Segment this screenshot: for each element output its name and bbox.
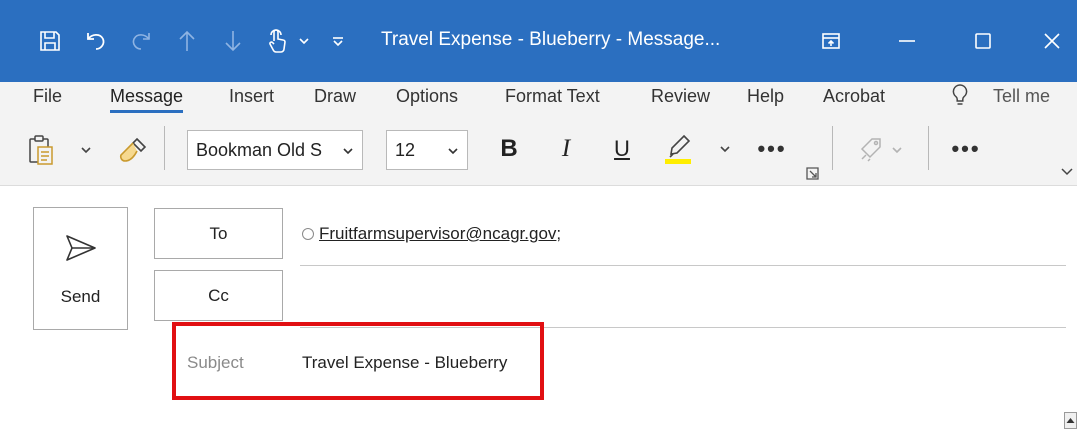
arrow-down-icon[interactable] <box>220 24 246 58</box>
more-commands-button[interactable]: ••• <box>946 132 986 166</box>
presence-status-icon <box>302 228 314 240</box>
format-painter-icon[interactable] <box>114 132 152 168</box>
undo-icon[interactable] <box>80 24 112 58</box>
ribbon-toolbar: Bookman Old S 12 B I U ••• ••• <box>0 118 1077 186</box>
tab-insert[interactable]: Insert <box>229 86 274 107</box>
paste-icon[interactable] <box>24 132 58 168</box>
tab-draw[interactable]: Draw <box>314 86 356 107</box>
subject-highlight-box <box>172 322 544 400</box>
sensitivity-chevron-icon[interactable] <box>890 142 904 158</box>
expand-ribbon-chevron-icon[interactable] <box>1058 162 1076 180</box>
recipient-address[interactable]: Fruitfarmsupervisor@ncagr.gov <box>319 224 556 244</box>
to-field[interactable]: Fruitfarmsupervisor@ncagr.gov ; <box>302 224 561 244</box>
restore-window-icon[interactable] <box>818 24 844 58</box>
underline-button[interactable]: U <box>608 132 636 166</box>
ribbon-tabs: File Message Insert Draw Options Format … <box>0 82 1077 118</box>
tab-acrobat[interactable]: Acrobat <box>823 86 885 107</box>
send-button[interactable]: Send <box>33 207 128 330</box>
tell-me-search[interactable]: Tell me <box>993 86 1050 107</box>
chevron-down-icon[interactable] <box>342 142 354 163</box>
minimize-icon[interactable] <box>894 24 920 58</box>
tab-options[interactable]: Options <box>396 86 458 107</box>
chevron-down-icon[interactable] <box>447 142 459 163</box>
close-icon[interactable] <box>1039 24 1065 58</box>
tab-file[interactable]: File <box>33 86 62 107</box>
lightbulb-icon[interactable] <box>947 82 973 108</box>
tab-message[interactable]: Message <box>110 86 184 113</box>
redo-icon[interactable] <box>126 24 156 58</box>
window-title: Travel Expense - Blueberry - Message... <box>381 29 721 50</box>
toolbar-separator <box>164 126 165 170</box>
more-basic-text-button[interactable]: ••• <box>752 132 792 166</box>
font-name-combobox[interactable]: Bookman Old S <box>187 130 363 170</box>
scrollbar-up-button[interactable] <box>1064 412 1077 429</box>
to-button[interactable]: To <box>154 208 283 259</box>
save-icon[interactable] <box>34 24 66 58</box>
highlight-color-chevron-icon[interactable] <box>716 132 734 166</box>
title-bar: Travel Expense - Blueberry - Message... <box>0 0 1077 82</box>
to-field-underline <box>300 265 1066 266</box>
toolbar-separator <box>928 126 929 170</box>
toolbar-separator <box>832 126 833 170</box>
tab-help[interactable]: Help <box>747 86 784 107</box>
sensitivity-icon[interactable] <box>855 132 889 166</box>
paste-options-chevron-icon[interactable] <box>78 140 94 160</box>
arrow-up-icon[interactable] <box>174 24 200 58</box>
font-size-combobox[interactable]: 12 <box>386 130 468 170</box>
send-icon <box>65 234 97 267</box>
dialog-launcher-icon[interactable] <box>805 166 819 180</box>
maximize-icon[interactable] <box>970 24 996 58</box>
touch-mode-icon[interactable] <box>262 24 292 58</box>
tab-format-text[interactable]: Format Text <box>505 86 600 107</box>
italic-button[interactable]: I <box>552 132 580 166</box>
customize-qat-icon[interactable] <box>328 24 348 58</box>
highlighter-icon[interactable] <box>660 132 696 166</box>
font-name-value: Bookman Old S <box>196 139 323 160</box>
bold-button[interactable]: B <box>494 132 524 166</box>
cc-button[interactable]: Cc <box>154 270 283 321</box>
tab-review[interactable]: Review <box>651 86 710 107</box>
font-size-value: 12 <box>395 139 416 160</box>
recipient-separator: ; <box>556 224 562 243</box>
chevron-down-icon[interactable] <box>296 24 312 58</box>
send-button-label: Send <box>60 287 101 306</box>
